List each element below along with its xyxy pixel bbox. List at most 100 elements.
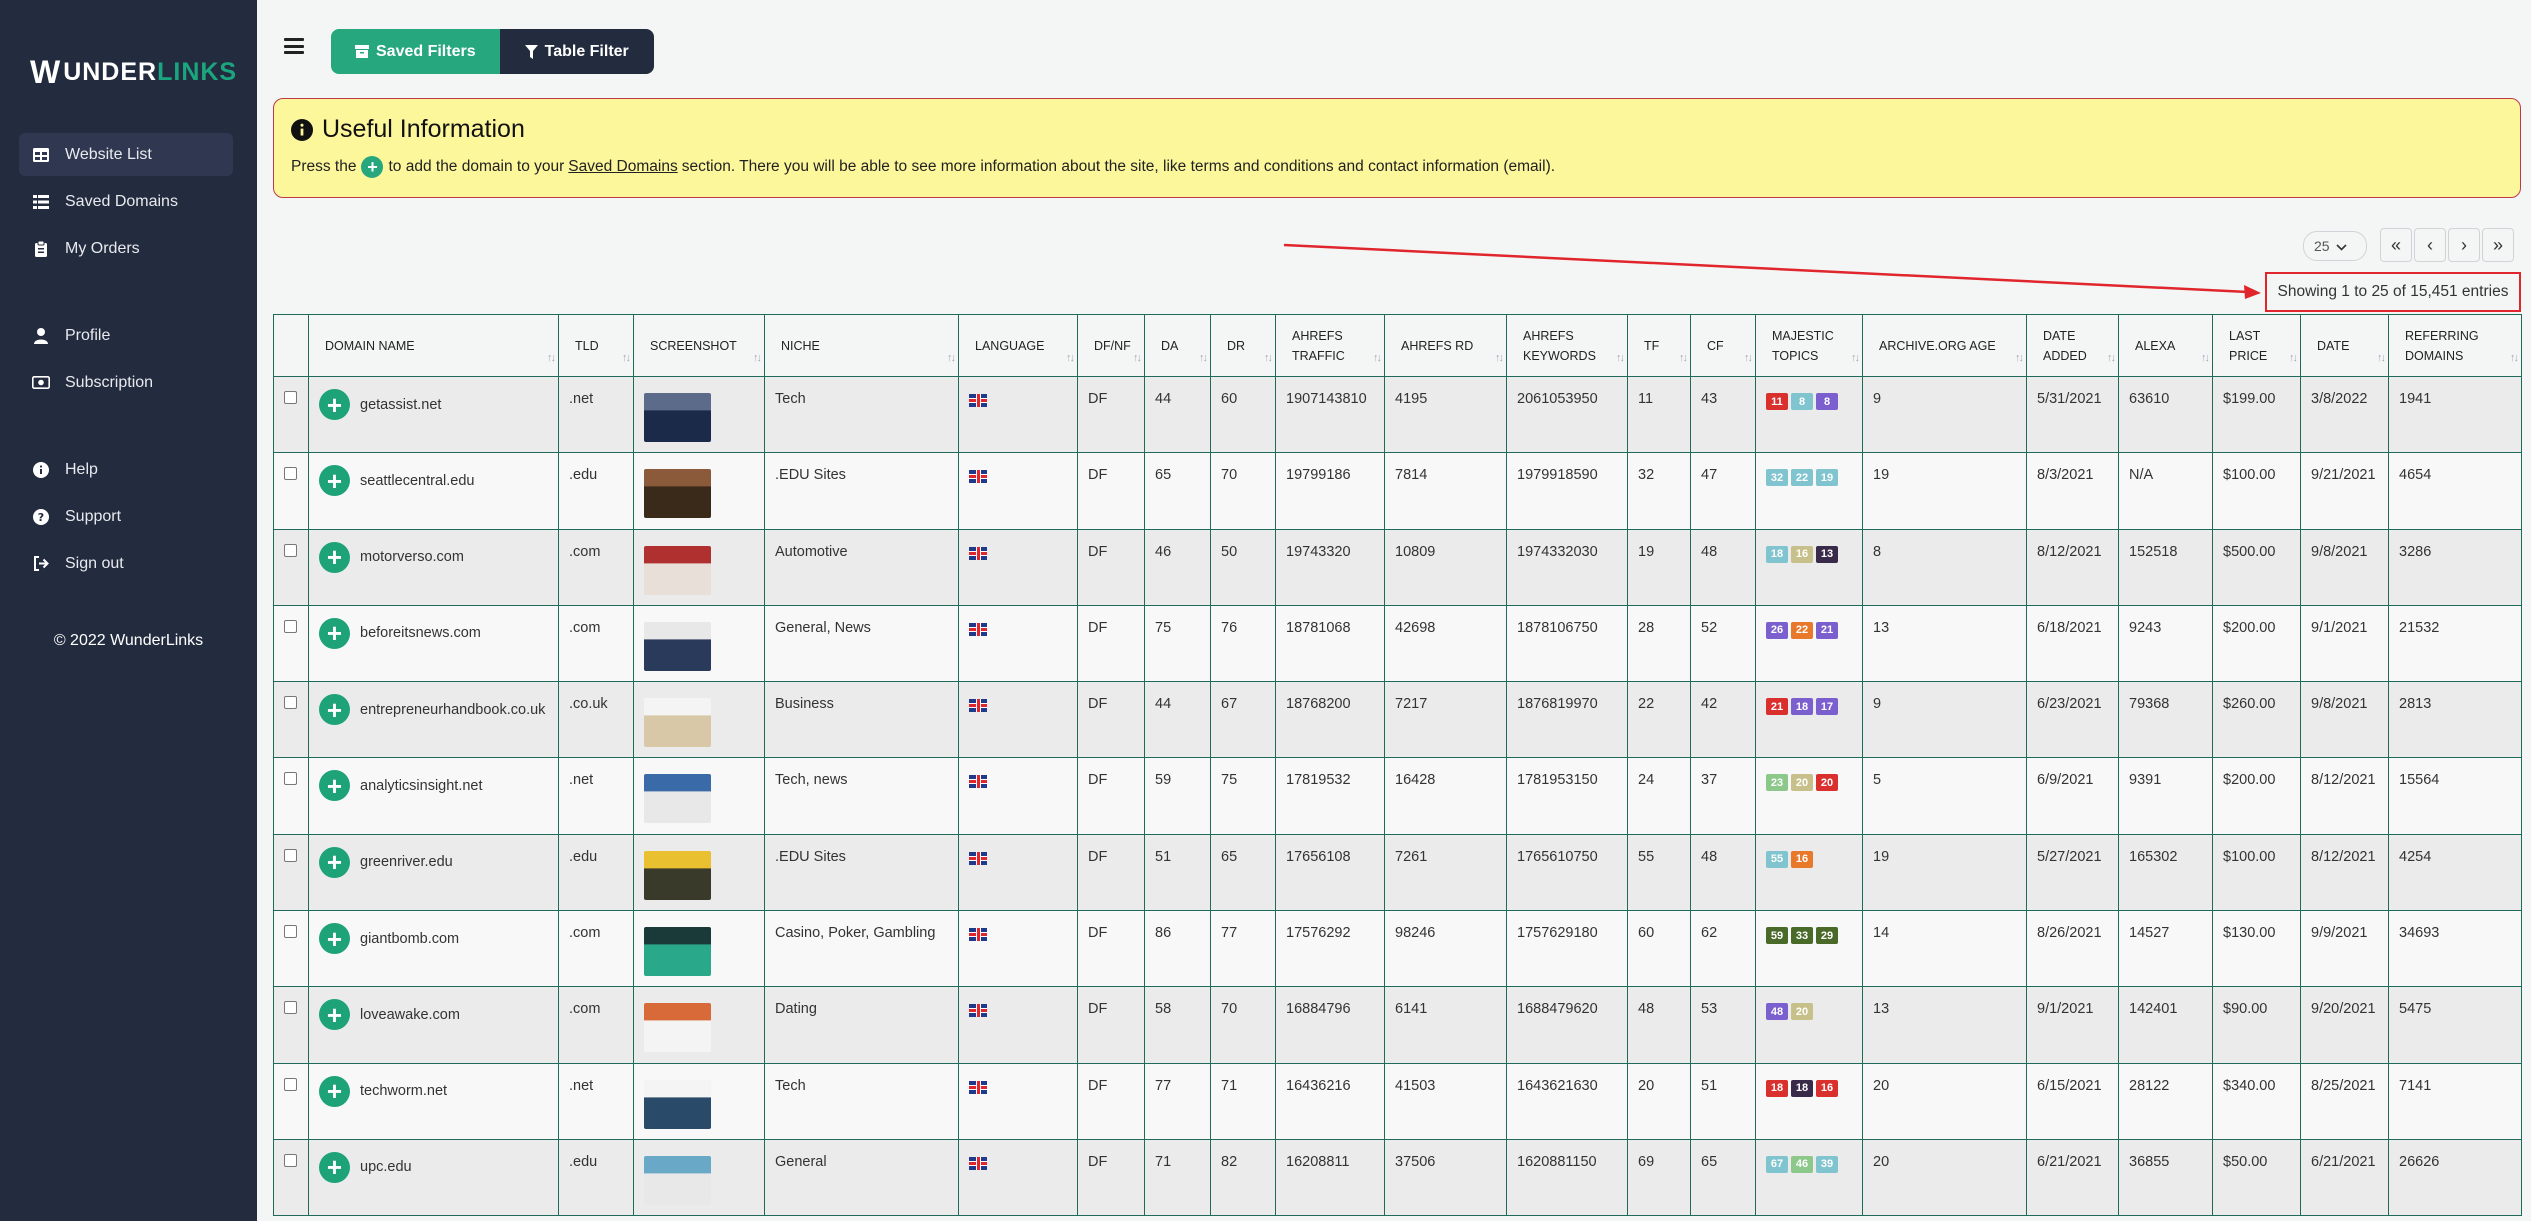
column-header[interactable]: SCREENSHOT ↑↓ xyxy=(633,314,765,377)
table-row[interactable]: + techworm.net .net Tech DF 77 71 16436216 41503… xyxy=(273,1062,2522,1140)
row-checkbox[interactable] xyxy=(284,696,297,710)
row-checkbox[interactable] xyxy=(284,925,297,939)
site-screenshot[interactable] xyxy=(644,1079,711,1129)
sidebar-item-subscription[interactable]: Subscription xyxy=(19,361,233,404)
topic-badge: 20 xyxy=(1791,1003,1813,1021)
site-screenshot[interactable] xyxy=(644,393,711,442)
row-checkbox[interactable] xyxy=(284,1077,297,1091)
table-row[interactable]: + loveawake.com .com Dating DF 58 70 16884796 61… xyxy=(273,986,2522,1064)
site-screenshot[interactable] xyxy=(644,621,711,671)
column-header[interactable]: DATE ADDED ↑↓ xyxy=(2026,314,2119,377)
add-domain-button[interactable]: + xyxy=(319,389,350,420)
ahrefs-keywords-cell: 1878106750 xyxy=(1506,604,1628,683)
table-row[interactable]: + upc.edu .edu General DF 71 82 16208811 37506 16… xyxy=(273,1138,2522,1217)
date-cell: 8/12/2021 xyxy=(2300,757,2389,835)
column-header[interactable]: NICHE ↑↓ xyxy=(764,314,959,377)
add-domain-button[interactable]: + xyxy=(319,617,350,649)
column-header[interactable]: AHREFS KEYWORDS ↑↓ xyxy=(1506,314,1628,377)
row-checkbox[interactable] xyxy=(284,467,297,481)
table-filter-button[interactable]: Table Filter xyxy=(499,29,654,74)
add-domain-button[interactable]: + xyxy=(319,1075,350,1107)
column-header[interactable]: CF ↑↓ xyxy=(1690,314,1756,377)
column-header[interactable]: DR ↑↓ xyxy=(1210,314,1276,377)
site-screenshot[interactable] xyxy=(644,927,711,977)
add-domain-button[interactable]: + xyxy=(319,846,350,878)
site-screenshot[interactable] xyxy=(644,545,711,595)
row-checkbox[interactable] xyxy=(284,619,297,633)
column-header[interactable]: MAJESTIC TOPICS ↑↓ xyxy=(1755,314,1863,377)
add-domain-button[interactable]: + xyxy=(319,694,350,726)
add-domain-button[interactable]: + xyxy=(319,541,350,573)
table-row[interactable]: + greenriver.edu .edu .EDU Sites DF 51 65 17656… xyxy=(273,833,2522,912)
column-header[interactable]: TLD ↑↓ xyxy=(558,314,634,377)
language-cell xyxy=(958,681,1078,759)
column-header[interactable]: AHREFS TRAFFIC ↑↓ xyxy=(1275,314,1385,377)
sidebar-item-saved-domains[interactable]: Saved Domains xyxy=(19,180,233,223)
column-header[interactable]: DOMAIN NAME ↑↓ xyxy=(308,314,559,377)
table-row[interactable]: + seattlecentral.edu .edu .EDU Sites DF 65 70 1… xyxy=(273,452,2522,530)
sidebar-item-support[interactable]: ? Support xyxy=(19,495,233,538)
sidebar-item-sign-out[interactable]: Sign out xyxy=(19,542,233,585)
site-screenshot[interactable] xyxy=(644,469,711,519)
table-row[interactable]: + analyticsinsight.net .net Tech, news DF 59 7… xyxy=(273,757,2522,835)
column-header-label: DOMAIN NAME xyxy=(325,338,415,353)
sidebar-item-profile[interactable]: Profile xyxy=(19,314,233,357)
majestic-topics-cell: 23 20 20 xyxy=(1755,757,1863,835)
column-header-label: AHREFS KEYWORDS xyxy=(1523,328,1596,363)
saved-domains-link[interactable]: Saved Domains xyxy=(568,158,677,176)
topic-badge: 55 xyxy=(1766,850,1788,868)
column-header[interactable]: REFERRING DOMAINS ↑↓ xyxy=(2388,314,2522,377)
column-header[interactable]: DF/NF ↑↓ xyxy=(1077,314,1145,377)
last-page-button[interactable]: » xyxy=(2482,228,2514,262)
row-checkbox[interactable] xyxy=(284,1001,297,1015)
ahrefs-rd-cell: 16428 xyxy=(1384,757,1507,835)
row-checkbox[interactable] xyxy=(284,391,297,404)
table-row[interactable]: + giantbomb.com .com Casino, Poker, Gamblin… xyxy=(273,910,2522,988)
ahrefs-rd-cell: 7261 xyxy=(1384,833,1507,912)
table-row[interactable]: + motorverso.com .com Automotive DF 46 50 19743… xyxy=(273,528,2522,606)
add-domain-button[interactable]: + xyxy=(319,1151,350,1183)
uk-flag-icon xyxy=(969,622,987,636)
sidebar-item-my-orders[interactable]: My Orders xyxy=(19,227,233,270)
row-checkbox[interactable] xyxy=(284,772,297,786)
topic-badge: 26 xyxy=(1766,621,1788,639)
row-checkbox[interactable] xyxy=(284,1153,297,1167)
site-screenshot[interactable] xyxy=(644,850,711,900)
dr-cell: 70 xyxy=(1210,986,1276,1064)
prev-page-button[interactable]: ‹ xyxy=(2414,228,2446,262)
column-header[interactable]: AHREFS RD ↑↓ xyxy=(1384,314,1507,377)
page-size-select[interactable]: 25 xyxy=(2303,231,2367,261)
site-screenshot[interactable] xyxy=(644,1155,711,1205)
add-domain-button[interactable]: + xyxy=(319,999,350,1031)
site-screenshot[interactable] xyxy=(644,774,711,824)
site-screenshot[interactable] xyxy=(644,698,711,748)
add-domain-button[interactable]: + xyxy=(319,770,350,802)
table-row[interactable]: + entrepreneurhandbook.co.uk .co.uk Busines… xyxy=(273,681,2522,759)
sort-icon: ↑↓ xyxy=(2289,352,2298,365)
row-checkbox[interactable] xyxy=(284,543,297,557)
first-page-button[interactable]: « xyxy=(2380,228,2412,262)
column-header-label: SCREENSHOT xyxy=(650,338,737,353)
site-screenshot[interactable] xyxy=(644,1003,711,1053)
table-row[interactable]: + getassist.net .net Tech DF 44 60 1907143810 41… xyxy=(273,375,2522,454)
topic-badges: 11 8 8 xyxy=(1766,393,1853,410)
column-header[interactable]: DATE ↑↓ xyxy=(2300,314,2389,377)
logo[interactable]: W UNDER LINKS xyxy=(30,50,237,94)
column-header[interactable]: LANGUAGE ↑↓ xyxy=(958,314,1078,377)
sidebar-item-website-list[interactable]: Website List xyxy=(19,133,233,176)
add-domain-button[interactable]: + xyxy=(319,923,350,955)
add-domain-button[interactable]: + xyxy=(319,465,350,497)
column-header[interactable]: TF ↑↓ xyxy=(1627,314,1691,377)
column-header[interactable]: ARCHIVE.ORG AGE ↑↓ xyxy=(1862,314,2027,377)
saved-filters-button[interactable]: Saved Filters xyxy=(331,29,500,74)
column-header[interactable]: DA ↑↓ xyxy=(1144,314,1211,377)
topic-badge: 19 xyxy=(1816,469,1838,487)
sidebar-item-help[interactable]: Help xyxy=(19,448,233,491)
next-page-button[interactable]: › xyxy=(2448,228,2480,262)
menu-toggle-icon[interactable] xyxy=(284,38,304,54)
column-header[interactable]: ALEXA ↑↓ xyxy=(2118,314,2213,377)
row-checkbox[interactable] xyxy=(284,848,297,862)
ahrefs-keywords-cell: 1876819970 xyxy=(1506,681,1628,759)
column-header[interactable]: LAST PRICE ↑↓ xyxy=(2212,314,2301,377)
table-row[interactable]: + beforeitsnews.com .com General, News DF 75 7… xyxy=(273,604,2522,683)
